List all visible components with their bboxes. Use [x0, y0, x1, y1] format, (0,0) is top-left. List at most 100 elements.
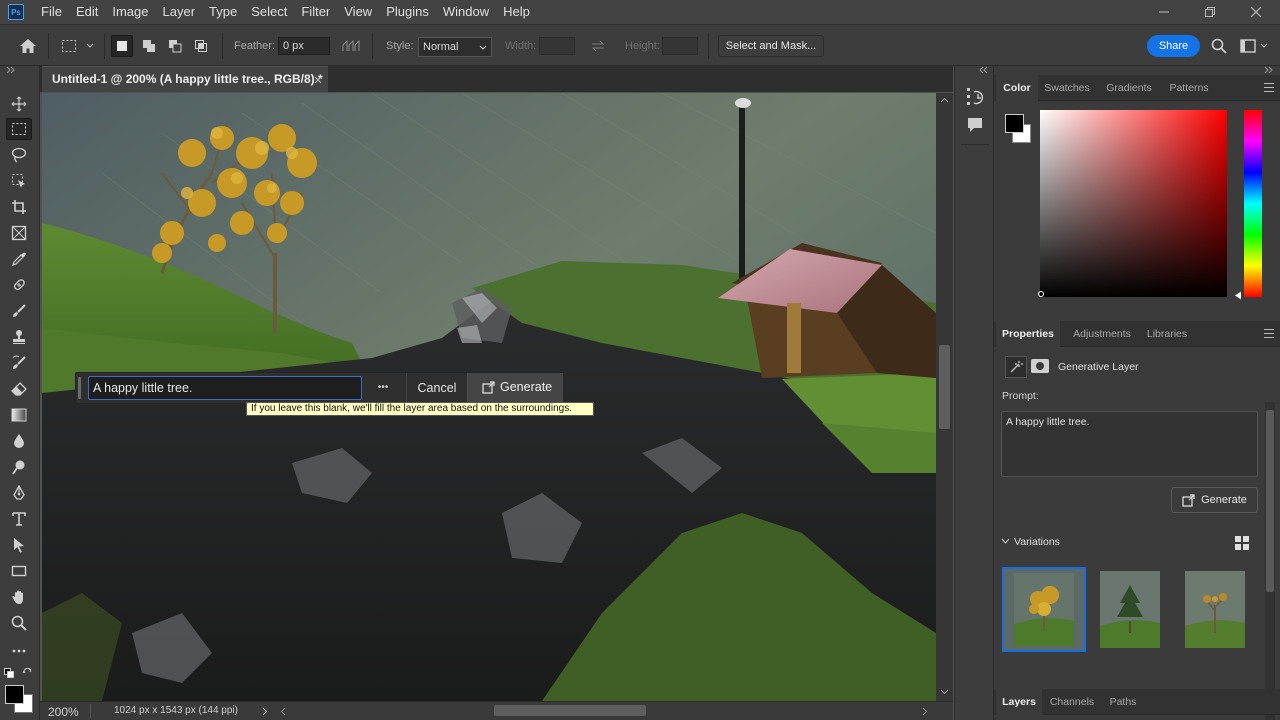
more-options-button[interactable]: ••• [368, 377, 398, 399]
gradient-tool-icon[interactable] [6, 404, 32, 426]
vertical-scroll-thumb[interactable] [939, 345, 950, 429]
tab-gradients[interactable]: Gradients [1098, 75, 1160, 101]
swap-dimensions-icon[interactable] [589, 37, 607, 55]
clone-stamp-tool-icon[interactable] [6, 326, 32, 348]
brush-tool-icon[interactable] [6, 300, 32, 322]
more-tools-icon[interactable] [6, 640, 32, 662]
menu-help[interactable]: Help [496, 0, 537, 24]
close-window-icon[interactable] [1233, 0, 1279, 24]
color-picker-marker[interactable] [1038, 291, 1044, 297]
status-expand-icon[interactable] [262, 707, 268, 716]
add-to-selection-icon[interactable] [138, 35, 160, 57]
scroll-down-icon[interactable] [940, 689, 949, 695]
default-colors-icon[interactable] [4, 668, 14, 678]
menu-view[interactable]: View [337, 0, 379, 24]
menu-type[interactable]: Type [202, 0, 244, 24]
cancel-button[interactable]: Cancel [410, 377, 464, 399]
type-tool-icon[interactable] [6, 508, 32, 530]
height-input[interactable] [662, 37, 698, 55]
drag-handle[interactable] [78, 377, 81, 399]
tab-libraries[interactable]: Libraries [1142, 321, 1192, 347]
close-tab-icon[interactable] [314, 76, 322, 84]
prompt-input[interactable]: A happy little tree. [88, 376, 362, 400]
move-tool-icon[interactable] [6, 93, 32, 115]
tab-channels[interactable]: Channels [1044, 689, 1100, 715]
marquee-tool-icon[interactable] [58, 35, 80, 57]
minimize-icon[interactable] [1141, 0, 1187, 24]
chevron-down-icon[interactable] [84, 39, 96, 53]
new-selection-icon[interactable] [111, 35, 133, 57]
crop-tool-icon[interactable] [6, 196, 32, 218]
tab-adjustments[interactable]: Adjustments [1062, 321, 1142, 347]
horizontal-scroll-thumb[interactable] [494, 705, 646, 716]
eraser-tool-icon[interactable] [6, 378, 32, 400]
comments-icon[interactable] [966, 116, 984, 134]
grid-view-icon[interactable] [1234, 535, 1250, 551]
canvas-vertical-scrollbar[interactable] [936, 93, 953, 701]
hue-slider-handle[interactable] [1234, 291, 1242, 300]
select-and-mask-button[interactable]: Select and Mask... [718, 35, 824, 57]
pen-tool-icon[interactable] [6, 482, 32, 504]
anti-alias-icon[interactable] [340, 37, 362, 55]
zoom-level[interactable]: 200% [48, 705, 79, 719]
collapse-panels-icon[interactable] [1264, 66, 1274, 74]
workspace-chevron-icon[interactable] [1258, 39, 1270, 53]
scroll-left-icon[interactable] [280, 707, 286, 716]
collapse-dock-icon[interactable] [979, 66, 989, 74]
home-icon[interactable] [16, 35, 40, 57]
menu-file[interactable]: File [34, 0, 69, 24]
subtract-from-selection-icon[interactable] [164, 35, 186, 57]
rectangular-marquee-tool-icon[interactable] [6, 118, 32, 140]
share-button[interactable]: Share [1147, 35, 1200, 57]
variation-thumbnail-3[interactable] [1185, 571, 1245, 648]
history-brush-tool-icon[interactable] [6, 352, 32, 374]
menu-plugins[interactable]: Plugins [379, 0, 436, 24]
menu-edit[interactable]: Edit [69, 0, 105, 24]
menu-layer[interactable]: Layer [156, 0, 203, 24]
hand-tool-icon[interactable] [6, 586, 32, 608]
variations-chevron-icon[interactable] [1001, 538, 1010, 545]
properties-scrollbar[interactable] [1265, 402, 1275, 720]
path-selection-tool-icon[interactable] [6, 534, 32, 556]
properties-prompt-textarea[interactable]: A happy little tree. [1001, 411, 1258, 477]
swap-colors-icon[interactable] [22, 668, 34, 678]
zoom-tool-icon[interactable] [6, 612, 32, 634]
color-panel-menu-icon[interactable] [1264, 83, 1274, 92]
width-input[interactable] [539, 37, 575, 55]
style-select[interactable]: Normal [418, 37, 492, 57]
tab-layers[interactable]: Layers [996, 689, 1042, 715]
scroll-right-icon[interactable] [922, 707, 928, 716]
foreground-color-swatch[interactable] [5, 685, 24, 704]
frame-tool-icon[interactable] [6, 222, 32, 244]
document-tab[interactable]: Untitled-1 @ 200% (A happy little tree.,… [42, 66, 328, 92]
healing-brush-tool-icon[interactable] [6, 274, 32, 296]
search-icon[interactable] [1209, 36, 1229, 56]
tab-properties[interactable]: Properties [996, 321, 1060, 347]
scroll-up-icon[interactable] [940, 97, 949, 103]
object-selection-tool-icon[interactable] [6, 170, 32, 192]
menu-window[interactable]: Window [436, 0, 496, 24]
tab-swatches[interactable]: Swatches [1038, 75, 1096, 101]
menu-image[interactable]: Image [105, 0, 155, 24]
properties-generate-button[interactable]: Generate [1171, 487, 1258, 513]
tab-paths[interactable]: Paths [1100, 689, 1146, 715]
collapse-toolbar-icon[interactable] [6, 66, 18, 76]
intersect-selection-icon[interactable] [190, 35, 212, 57]
saturation-brightness-field[interactable] [1040, 110, 1227, 297]
rectangle-tool-icon[interactable] [6, 560, 32, 582]
menu-select[interactable]: Select [244, 0, 294, 24]
eyedropper-tool-icon[interactable] [6, 248, 32, 270]
history-icon[interactable] [966, 87, 984, 107]
workspace-icon[interactable] [1238, 36, 1258, 56]
panel-foreground-swatch[interactable] [1005, 114, 1024, 133]
properties-panel-menu-icon[interactable] [1264, 329, 1274, 338]
blur-tool-icon[interactable] [6, 430, 32, 452]
generate-button[interactable]: Generate [467, 373, 563, 403]
feather-input[interactable]: 0 px [278, 37, 330, 55]
tab-color[interactable]: Color [996, 75, 1038, 101]
menu-filter[interactable]: Filter [294, 0, 337, 24]
variation-thumbnail-1[interactable] [1002, 567, 1086, 652]
hue-slider[interactable] [1244, 110, 1262, 297]
variation-thumbnail-2[interactable] [1100, 571, 1160, 648]
restore-icon[interactable] [1187, 0, 1233, 24]
